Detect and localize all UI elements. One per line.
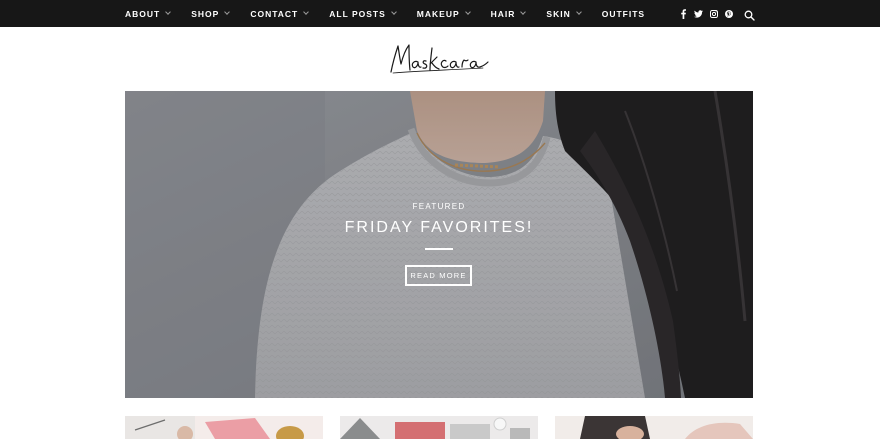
main-menu: ABOUT SHOP CONTACT ALL POSTS MAKEUP HAIR… [125,0,666,27]
hero-overlay [125,91,753,398]
social-links [679,0,739,27]
facebook-icon[interactable] [679,8,688,20]
search-icon[interactable] [744,8,755,21]
nav-item-label: HAIR [490,8,516,19]
top-nav-bar: ABOUT SHOP CONTACT ALL POSTS MAKEUP HAIR… [0,0,880,27]
chevron-down-icon [575,9,582,15]
twitter-icon[interactable] [694,8,703,20]
nav-item-label: MAKEUP [416,8,460,19]
nav-item-skin[interactable]: SKIN [546,8,582,19]
nav-item-hair[interactable]: HAIR [490,8,527,19]
chevron-down-icon [464,9,471,15]
post-thumbnail [125,416,323,439]
chevron-down-icon [224,9,231,15]
nav-item-about[interactable]: ABOUT [125,8,172,19]
nav-item-shop[interactable]: SHOP [191,8,231,19]
chevron-down-icon [520,9,527,15]
post-card[interactable] [555,416,753,439]
nav-item-label: OUTFITS [601,8,646,19]
hero-kicker: FEATURED [412,202,466,211]
pinterest-icon[interactable] [724,8,733,20]
chevron-down-icon [303,9,310,15]
nav-item-label: ALL POSTS [329,8,386,19]
nav-item-all-posts[interactable]: ALL POSTS [329,8,397,19]
post-thumbnail [340,416,538,439]
nav-item-label: SHOP [191,8,220,19]
nav-item-makeup[interactable]: MAKEUP [416,8,471,19]
post-card[interactable] [340,416,538,439]
hero-divider [425,248,453,250]
nav-item-contact[interactable]: CONTACT [250,8,310,19]
site-logo[interactable] [388,40,490,78]
chevron-down-icon [165,9,172,15]
chevron-down-icon [390,9,397,15]
post-card[interactable] [125,416,323,439]
nav-item-label: ABOUT [125,8,161,19]
instagram-icon[interactable] [709,8,718,20]
post-thumbnail [555,416,753,439]
nav-item-label: CONTACT [250,8,299,19]
hero-title[interactable]: FRIDAY FAVORITES! [125,219,753,237]
featured-hero[interactable]: FEATURED FRIDAY FAVORITES! READ MORE [125,91,753,398]
nav-item-outfits[interactable]: OUTFITS [602,9,645,19]
read-more-button[interactable]: READ MORE [405,265,472,286]
nav-item-label: SKIN [546,8,571,19]
